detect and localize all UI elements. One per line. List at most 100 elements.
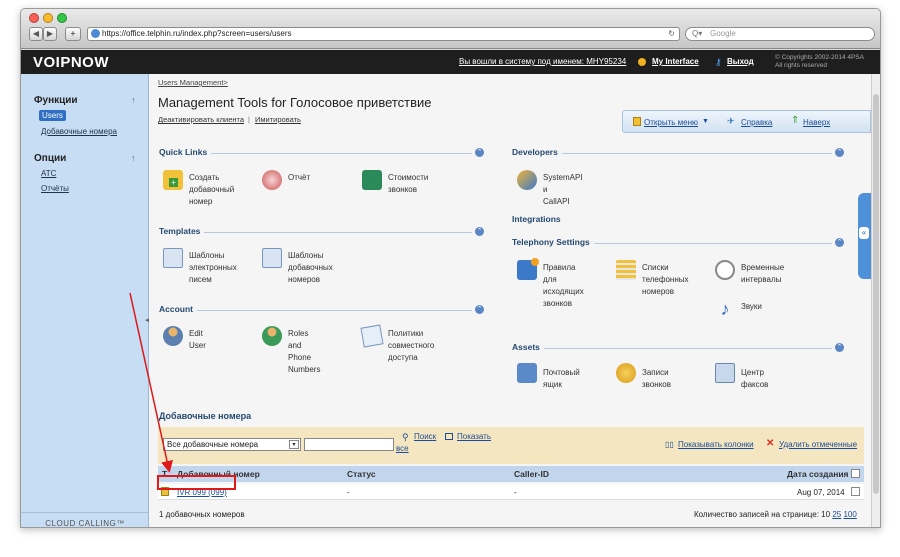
show-all-link-2[interactable]: все bbox=[396, 444, 409, 453]
delete-selected-link[interactable]: Удалить отмеченные bbox=[779, 440, 857, 449]
deactivate-client-link[interactable]: Деактивировать клиента bbox=[158, 115, 244, 124]
item-label: Почтовый ящик bbox=[543, 368, 580, 389]
section-title: Assets bbox=[512, 342, 544, 352]
phone-list-icon bbox=[616, 260, 636, 280]
url-text: https://office.telphin.ru/index.php?scre… bbox=[102, 29, 292, 38]
search-icon: Q▾ bbox=[692, 29, 703, 38]
section-title: Telephony Settings bbox=[512, 237, 594, 247]
section-account: Account ⌃ bbox=[159, 304, 484, 316]
sidebar: Функции ↑ Users Добавочные номера Опции … bbox=[21, 74, 150, 527]
browser-search-field[interactable]: Q▾ Google bbox=[685, 27, 875, 41]
item-label: Записи звонков bbox=[642, 368, 671, 389]
show-all-link[interactable]: Показать bbox=[457, 432, 491, 441]
section-assets: Assets ⌃ bbox=[512, 342, 844, 354]
collapse-section-icon[interactable]: ⌃ bbox=[475, 305, 484, 314]
page-menu-bar: Открыть меню ▼ ✈ Справка ⇑ Наверх bbox=[622, 110, 871, 133]
voipnow-logo: VOIPNOW bbox=[33, 54, 110, 71]
sidebar-item-users[interactable]: Users bbox=[39, 110, 66, 121]
minimize-window-button[interactable] bbox=[43, 13, 53, 23]
my-interface-icon bbox=[638, 58, 646, 66]
section-title: Quick Links bbox=[159, 147, 212, 157]
mailbox-icon bbox=[517, 363, 537, 383]
item-label: Roles and Phone Numbers bbox=[288, 329, 321, 374]
per-page-100-link[interactable]: 100 bbox=[843, 510, 856, 519]
select-all-checkbox[interactable] bbox=[851, 469, 860, 478]
collapse-section-icon[interactable]: ⌃ bbox=[835, 148, 844, 157]
item-label: Шаблоны электронных писем bbox=[189, 251, 237, 284]
collapse-section-icon[interactable]: ⌃ bbox=[835, 343, 844, 352]
item-label: SystemAPI и CallAPI bbox=[543, 173, 583, 206]
table-header: T Добавочный номер Статус Caller-ID Дата… bbox=[158, 466, 864, 482]
close-window-button[interactable] bbox=[29, 13, 39, 23]
extension-search-input[interactable] bbox=[304, 438, 394, 451]
item-label: Шаблоны добавочных номеров bbox=[288, 251, 333, 284]
row-status: - bbox=[347, 488, 350, 497]
address-bar[interactable]: https://office.telphin.ru/index.php?scre… bbox=[87, 27, 680, 41]
sidebar-functions-title: Функции bbox=[34, 95, 78, 106]
per-page-selector: Количество записей на странице: 10 25 10… bbox=[694, 510, 857, 519]
logged-in-user-link[interactable]: Вы вошли в систему под именем: MHY95234 bbox=[459, 57, 626, 66]
section-title: Developers bbox=[512, 147, 562, 157]
section-templates: Templates ⌃ bbox=[159, 226, 484, 238]
my-interface-link[interactable]: My Interface bbox=[652, 57, 699, 66]
browser-window: ◀ ▶ + https://office.telphin.ru/index.ph… bbox=[20, 8, 881, 528]
scrollbar-thumb[interactable] bbox=[873, 94, 879, 494]
row-checkbox[interactable] bbox=[851, 487, 860, 496]
open-menu-link[interactable]: Открыть меню bbox=[644, 118, 698, 127]
fax-icon bbox=[715, 363, 735, 383]
sidebar-options-title: Опции bbox=[34, 153, 67, 164]
extension-filter-select[interactable]: Все добавочные номера ▾ bbox=[163, 438, 301, 451]
globe-icon bbox=[91, 29, 100, 38]
section-integrations: Integrations bbox=[512, 214, 561, 224]
copyright: © Copyrights 2002-2014 4PSA All rights r… bbox=[775, 54, 864, 70]
menu-icon bbox=[633, 117, 641, 126]
api-icon bbox=[517, 170, 537, 190]
column-caller-id[interactable]: Caller-ID bbox=[514, 469, 549, 479]
search-link[interactable]: Поиск bbox=[414, 432, 436, 441]
row-created: Aug 07, 2014 bbox=[797, 488, 845, 497]
collapse-options-icon[interactable]: ↑ bbox=[131, 153, 136, 163]
table-row: IVR 099 (099) - - Aug 07, 2014 bbox=[158, 484, 864, 500]
outgoing-phone-icon bbox=[517, 258, 539, 280]
chevron-down-icon: ▾ bbox=[289, 440, 299, 449]
clock-icon bbox=[715, 260, 735, 280]
help-link[interactable]: Справка bbox=[741, 118, 772, 127]
app-header: VOIPNOW Вы вошли в систему под именем: M… bbox=[21, 50, 880, 74]
help-icon: ✈ bbox=[727, 116, 735, 126]
search-placeholder: Google bbox=[710, 29, 736, 38]
sidebar-item-extensions[interactable]: Добавочные номера bbox=[41, 127, 117, 136]
cloud-calling-label: CLOUD CALLING™ bbox=[21, 512, 149, 527]
zoom-window-button[interactable] bbox=[57, 13, 67, 23]
sidebar-item-reports[interactable]: Отчёты bbox=[41, 184, 69, 193]
collapse-section-icon[interactable]: ⌃ bbox=[835, 238, 844, 247]
imitate-link[interactable]: Имитировать bbox=[255, 115, 301, 124]
extension-template-icon bbox=[262, 248, 282, 268]
list-icon bbox=[445, 433, 453, 440]
reload-icon[interactable]: ↻ bbox=[668, 28, 675, 40]
section-quick-links: Quick Links ⌃ bbox=[159, 147, 484, 159]
vertical-scrollbar[interactable] bbox=[871, 74, 880, 527]
top-link[interactable]: Наверх bbox=[803, 118, 830, 127]
chevron-down-icon: ▼ bbox=[702, 118, 709, 125]
collapse-section-icon[interactable]: ⌃ bbox=[475, 227, 484, 236]
total-count: 1 добавочных номеров bbox=[159, 510, 245, 519]
wallet-icon bbox=[362, 170, 382, 190]
per-page-25-link[interactable]: 25 bbox=[832, 510, 841, 519]
collapse-section-icon[interactable]: ⌃ bbox=[475, 148, 484, 157]
breadcrumb[interactable]: Users Management> bbox=[158, 78, 228, 87]
report-icon bbox=[262, 170, 282, 190]
filter-selected-value: Все добавочные номера bbox=[167, 440, 259, 449]
sidebar-item-ats[interactable]: АТС bbox=[41, 169, 56, 178]
collapse-functions-icon[interactable]: ↑ bbox=[131, 95, 136, 105]
column-status[interactable]: Статус bbox=[347, 469, 376, 479]
back-button[interactable]: ◀ bbox=[29, 27, 43, 41]
highlight-box bbox=[157, 475, 236, 490]
logout-link[interactable]: Выход bbox=[727, 57, 754, 66]
collapse-right-panel-button[interactable]: « bbox=[858, 193, 871, 279]
add-bookmark-button[interactable]: + bbox=[65, 27, 81, 41]
browser-toolbar: ◀ ▶ + https://office.telphin.ru/index.ph… bbox=[21, 9, 880, 49]
item-label: Правила для исходящих звонков bbox=[543, 263, 584, 308]
show-columns-link[interactable]: Показывать колонки bbox=[678, 440, 754, 449]
forward-button[interactable]: ▶ bbox=[43, 27, 57, 41]
column-created[interactable]: Дата создания bbox=[787, 469, 849, 479]
